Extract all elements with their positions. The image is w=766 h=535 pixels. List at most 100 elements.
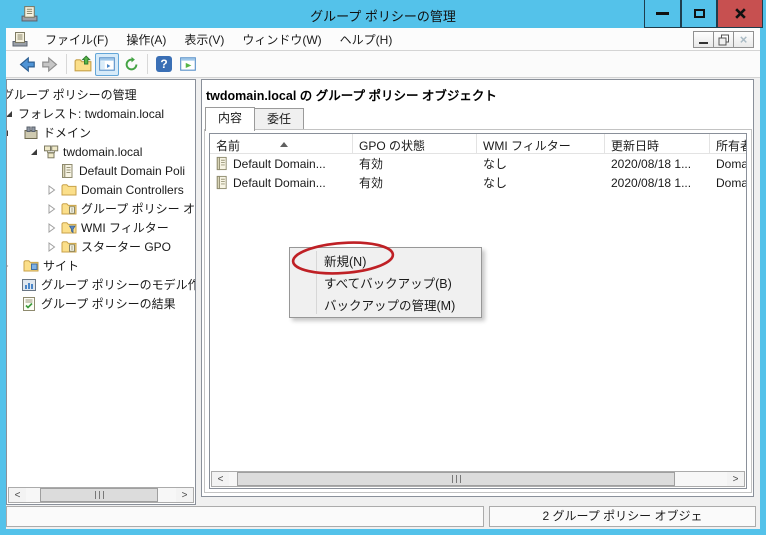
- tree-item-starter-gpo[interactable]: スターター GPO: [7, 237, 195, 256]
- tree-item-root[interactable]: グループ ポリシーの管理: [7, 85, 195, 104]
- tree-item-domains[interactable]: ドメイン: [7, 123, 195, 142]
- sort-ascending-icon: [280, 142, 288, 147]
- column-header-owner[interactable]: 所有者: [710, 134, 747, 153]
- help-button[interactable]: ?: [152, 53, 176, 76]
- tree-item-modeling[interactable]: グループ ポリシーのモデル作成: [7, 275, 195, 294]
- close-icon: ×: [740, 33, 748, 46]
- minimize-button[interactable]: [644, 0, 681, 28]
- column-header-updated[interactable]: 更新日時: [605, 134, 710, 153]
- refresh-icon: [123, 56, 140, 73]
- cell-wmi-filter: なし: [477, 174, 605, 191]
- results-heading: twdomain.local の グループ ポリシー オブジェクト: [206, 85, 497, 104]
- scroll-left-arrow-icon[interactable]: <: [9, 488, 26, 502]
- title-bar[interactable]: グループ ポリシーの管理: [0, 0, 766, 28]
- status-section-left: [6, 506, 484, 527]
- scroll-right-arrow-icon[interactable]: >: [727, 472, 744, 486]
- scrollbar-thumb[interactable]: [237, 472, 675, 486]
- collapsed-arrow-icon[interactable]: [47, 204, 57, 214]
- cell-updated: 2020/08/18 1...: [605, 157, 710, 171]
- column-header-wmi-filter[interactable]: WMI フィルター: [477, 134, 605, 153]
- menu-action[interactable]: 操作(A): [117, 28, 175, 51]
- child-restore-button[interactable]: [713, 31, 734, 48]
- cell-wmi-filter: なし: [477, 155, 605, 172]
- tree-item-label: グループ ポリシーの管理: [6, 86, 137, 103]
- collapsed-arrow-icon[interactable]: [47, 223, 57, 233]
- tree-item-domain-controllers[interactable]: Domain Controllers: [7, 180, 195, 199]
- menu-file[interactable]: ファイル(F): [36, 28, 117, 51]
- back-icon: [17, 55, 36, 74]
- tree-item-label: グループ ポリシー オブジェ: [81, 200, 196, 217]
- console-tree: グループ ポリシーの管理 フォレスト: twdomain.local ドメイン …: [7, 80, 195, 313]
- tree-item-forest[interactable]: フォレスト: twdomain.local: [7, 104, 195, 123]
- gpo-folder-icon: [61, 201, 77, 217]
- expanded-arrow-icon[interactable]: [6, 128, 10, 138]
- menu-view[interactable]: 表示(V): [175, 28, 233, 51]
- cell-updated: 2020/08/18 1...: [605, 176, 710, 190]
- tree-item-gpo-container[interactable]: グループ ポリシー オブジェ: [7, 199, 195, 218]
- column-label: 名前: [216, 139, 240, 153]
- cell-owner: Doma: [710, 157, 747, 171]
- tree-item-twdomain[interactable]: twdomain.local: [7, 142, 195, 161]
- starter-gpo-folder-icon: [61, 239, 77, 255]
- menu-window[interactable]: ウィンドウ(W): [233, 28, 330, 51]
- status-bar: 2 グループ ポリシー オブジェ: [6, 506, 756, 527]
- column-header-name[interactable]: 名前: [210, 134, 353, 153]
- tree-item-label: ドメイン: [43, 124, 91, 141]
- scrollbar-thumb[interactable]: [40, 488, 158, 502]
- status-item-count: 2 グループ ポリシー オブジェ: [489, 506, 756, 527]
- column-header-gpo-status[interactable]: GPO の状態: [353, 134, 477, 153]
- export-folder-button[interactable]: [71, 53, 95, 76]
- collapsed-arrow-icon[interactable]: [47, 242, 57, 252]
- child-close-button[interactable]: ×: [733, 31, 754, 48]
- console-tree-pane: グループ ポリシーの管理 フォレスト: twdomain.local ドメイン …: [6, 79, 196, 505]
- show-console-tree-button[interactable]: [95, 53, 119, 76]
- tab-delegation[interactable]: 委任: [254, 108, 304, 130]
- gpmc-window: グループ ポリシーの管理 ファイル(F) 操作(A) 表示(V) ウィンドウ(W…: [0, 0, 766, 535]
- cell-gpo-status: 有効: [353, 155, 477, 172]
- table-row[interactable]: Default Domain... 有効 なし 2020/08/18 1... …: [210, 154, 746, 173]
- refresh-button[interactable]: [119, 53, 143, 76]
- child-window-icon[interactable]: [12, 31, 28, 47]
- scroll-right-arrow-icon[interactable]: >: [176, 488, 193, 502]
- minimize-icon: [699, 42, 708, 44]
- tree-item-label: WMI フィルター: [81, 219, 169, 236]
- expanded-arrow-icon[interactable]: [29, 147, 39, 157]
- child-minimize-button[interactable]: [693, 31, 714, 48]
- tab-contents[interactable]: 内容: [205, 107, 255, 131]
- show-action-pane-icon: [179, 55, 197, 73]
- expanded-arrow-icon[interactable]: [6, 109, 14, 119]
- wmi-folder-icon: [61, 220, 77, 236]
- context-menu-item-backup-all[interactable]: すべてバックアップ(B): [290, 273, 481, 295]
- domain-icon: [43, 144, 59, 160]
- tree-item-sites[interactable]: サイト: [7, 256, 195, 275]
- tree-horizontal-scrollbar[interactable]: < >: [8, 487, 194, 503]
- back-button[interactable]: [14, 53, 38, 76]
- scroll-left-arrow-icon[interactable]: <: [212, 472, 229, 486]
- list-horizontal-scrollbar[interactable]: < >: [211, 471, 745, 487]
- menu-bar: ファイル(F) 操作(A) 表示(V) ウィンドウ(W) ヘルプ(H) ×: [6, 28, 760, 51]
- tree-item-label: Default Domain Poli: [79, 164, 185, 178]
- context-menu-item-manage-backups[interactable]: バックアップの管理(M): [290, 295, 481, 317]
- close-icon: [734, 7, 747, 20]
- context-menu-item-new[interactable]: 新規(N): [290, 251, 481, 273]
- menu-help[interactable]: ヘルプ(H): [331, 28, 402, 51]
- collapsed-arrow-icon[interactable]: [47, 185, 57, 195]
- maximize-button[interactable]: [681, 0, 717, 28]
- help-icon: ?: [156, 56, 172, 72]
- tree-item-wmi-filters[interactable]: WMI フィルター: [7, 218, 195, 237]
- show-action-pane-button[interactable]: [176, 53, 200, 76]
- collapsed-arrow-icon[interactable]: [6, 261, 10, 271]
- domains-icon: [23, 125, 39, 141]
- close-button[interactable]: [717, 0, 763, 28]
- forward-button[interactable]: [38, 53, 62, 76]
- tree-item-default-domain-policy[interactable]: Default Domain Poli: [7, 161, 195, 180]
- toolbar: ?: [6, 51, 760, 78]
- scrollbar-track[interactable]: [26, 488, 176, 502]
- table-row[interactable]: Default Domain... 有効 なし 2020/08/18 1... …: [210, 173, 746, 192]
- scrollbar-track[interactable]: [229, 472, 727, 486]
- tree-item-label: グループ ポリシーのモデル作成: [41, 276, 196, 293]
- maximize-icon: [694, 9, 705, 18]
- cell-name: Default Domain...: [233, 176, 326, 190]
- cell-name: Default Domain...: [233, 157, 326, 171]
- tree-item-results[interactable]: グループ ポリシーの結果: [7, 294, 195, 313]
